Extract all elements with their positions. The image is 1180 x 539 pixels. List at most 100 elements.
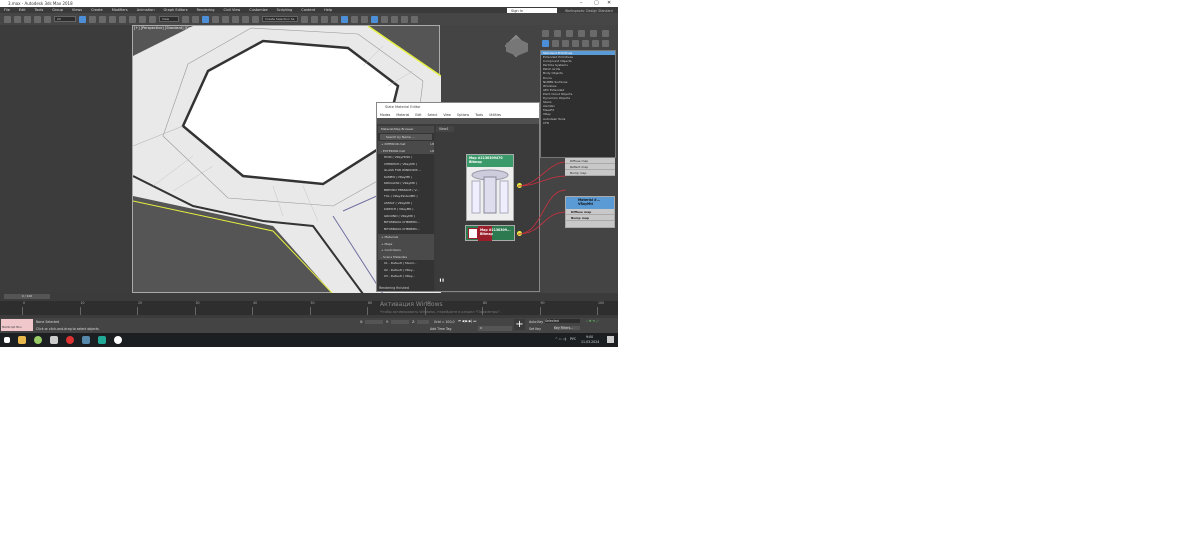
- create-tab-icon[interactable]: [542, 30, 549, 37]
- angle-snap-icon[interactable]: [222, 15, 229, 23]
- view-tab[interactable]: View1: [436, 126, 454, 132]
- slate-menu-material[interactable]: Material: [396, 112, 409, 118]
- window-crossing-icon[interactable]: [109, 15, 116, 23]
- redo-icon[interactable]: [14, 15, 21, 23]
- bitmap-node[interactable]: Map #2130309470 Bitmap: [466, 154, 522, 221]
- set-key-button[interactable]: Set Key: [529, 327, 541, 331]
- named-selection-set[interactable]: Create Selection Se: [262, 16, 298, 22]
- select-by-name-icon[interactable]: [89, 15, 96, 23]
- bind-icon[interactable]: [44, 15, 51, 23]
- x-coordinate-field[interactable]: [365, 320, 383, 324]
- lights-icon[interactable]: [562, 40, 569, 47]
- viewport-navigation-icons[interactable]: ⌕ ✥ ⟲ ⤢: [586, 319, 599, 323]
- layer-explorer-icon[interactable]: [331, 15, 338, 23]
- place-icon[interactable]: [149, 15, 156, 23]
- vraymtl-node[interactable]: Material #... VRayMtl Diffuse map Bump map: [565, 196, 615, 228]
- slate-menu-select[interactable]: Select: [428, 112, 438, 118]
- slate-menu-view[interactable]: View: [443, 112, 451, 118]
- dropdown-option[interactable]: CFD: [541, 121, 615, 125]
- scene-material-item[interactable]: 03 - Default ( VRay...: [378, 273, 434, 280]
- rotate-icon[interactable]: [129, 15, 136, 23]
- browser-search[interactable]: Search by Name ...: [380, 133, 432, 140]
- viewport-label[interactable]: [+] [Perspective] [Standard] [Default Sh…: [134, 26, 216, 30]
- slate-menu-edit[interactable]: Edit: [415, 112, 421, 118]
- align-icon[interactable]: [311, 15, 318, 23]
- reference-coordinate-select[interactable]: View: [159, 16, 179, 22]
- schematic-view-icon[interactable]: [361, 15, 368, 23]
- calculator-icon[interactable]: [82, 336, 90, 344]
- maximize-button[interactable]: ▢: [594, 0, 599, 7]
- move-icon[interactable]: [119, 15, 126, 23]
- region-select-icon[interactable]: [99, 15, 106, 23]
- keyboard-shortcut-icon[interactable]: [202, 15, 209, 23]
- timeline[interactable]: 0 / 100 0 10 20 30 40 50 60 70 80 90 100: [0, 293, 618, 318]
- selection-filter[interactable]: All: [54, 16, 76, 22]
- playback-controls[interactable]: ⏮ ◀ ▶ ▶| ⏭: [458, 319, 476, 323]
- material-editor-icon[interactable]: [371, 15, 378, 23]
- utilities-tab-icon[interactable]: [602, 30, 609, 37]
- y-coordinate-field[interactable]: [391, 320, 409, 324]
- tray-icons[interactable]: ^ ▭ ◁): [555, 337, 566, 341]
- unlink-icon[interactable]: [34, 15, 41, 23]
- curve-editor-icon[interactable]: [351, 15, 358, 23]
- systems-icon[interactable]: [602, 40, 609, 47]
- render-cloud-icon[interactable]: [411, 15, 418, 23]
- render-setup-icon[interactable]: [381, 15, 388, 23]
- notifications-icon[interactable]: [607, 336, 614, 343]
- snap-icon[interactable]: [212, 15, 219, 23]
- percent-snap-icon[interactable]: [232, 15, 239, 23]
- yandex-browser-icon[interactable]: [114, 336, 122, 344]
- key-selection-dropdown[interactable]: Selected: [545, 319, 580, 323]
- chrome-icon[interactable]: [66, 336, 74, 344]
- motion-tab-icon[interactable]: [578, 30, 585, 37]
- close-button[interactable]: ✕: [607, 0, 611, 7]
- material-slot[interactable]: Bump map: [565, 170, 615, 176]
- 3dsmax-taskbar-icon[interactable]: [98, 336, 106, 344]
- app-icon[interactable]: [50, 336, 58, 344]
- z-coordinate-field[interactable]: [417, 320, 429, 324]
- cameras-icon[interactable]: [572, 40, 579, 47]
- geometry-icon[interactable]: [542, 40, 549, 47]
- app-icon[interactable]: [34, 336, 42, 344]
- modify-tab-icon[interactable]: [554, 30, 561, 37]
- windows-start-icon[interactable]: [4, 337, 10, 343]
- select-icon[interactable]: [79, 15, 86, 23]
- file-explorer-icon[interactable]: [18, 336, 26, 344]
- key-filters-button[interactable]: Key Filters...: [554, 326, 580, 330]
- clock-date[interactable]: 11.03.2024: [581, 340, 599, 344]
- material-node-a-slots[interactable]: Diffuse map Reflect map Bump map: [565, 158, 615, 176]
- time-slider[interactable]: 0 / 100: [4, 294, 50, 299]
- render-icon[interactable]: [401, 15, 408, 23]
- pause-icon[interactable]: ❚❚: [439, 278, 444, 282]
- spinner-snap-icon[interactable]: [242, 15, 249, 23]
- undo-icon[interactable]: [4, 15, 11, 23]
- hierarchy-tab-icon[interactable]: [566, 30, 573, 37]
- add-key-icon[interactable]: +: [514, 319, 525, 330]
- material-list-item[interactable]: BITUMNAYA CHEREPIC...: [378, 226, 434, 233]
- slate-menu-tools[interactable]: Tools: [475, 112, 483, 118]
- space-warps-icon[interactable]: [592, 40, 599, 47]
- minimize-button[interactable]: –: [580, 0, 583, 7]
- language-indicator[interactable]: РУС: [570, 337, 576, 341]
- shapes-icon[interactable]: [552, 40, 559, 47]
- helpers-icon[interactable]: [582, 40, 589, 47]
- edit-named-sets-icon[interactable]: [252, 15, 259, 23]
- slate-menu-modes[interactable]: Modes: [380, 112, 390, 118]
- display-tab-icon[interactable]: [590, 30, 597, 37]
- ribbon-icon[interactable]: [341, 15, 348, 23]
- add-time-tag[interactable]: Add Time Tag: [430, 327, 451, 331]
- maxscript-listener[interactable]: MAXScript Mini: [1, 319, 33, 331]
- scene-explorer-icon[interactable]: [321, 15, 328, 23]
- render-frame-icon[interactable]: [391, 15, 398, 23]
- auto-key-button[interactable]: Auto Key: [529, 320, 543, 324]
- pivot-icon[interactable]: [182, 15, 189, 23]
- slate-menu-options[interactable]: Options: [457, 112, 469, 118]
- current-frame-field[interactable]: 0: [478, 326, 512, 331]
- material-slot[interactable]: Bump map: [566, 215, 614, 221]
- select-manipulate-icon[interactable]: [192, 15, 199, 23]
- clock-time[interactable]: 9:00: [586, 335, 593, 339]
- link-icon[interactable]: [24, 15, 31, 23]
- mirror-icon[interactable]: [301, 15, 308, 23]
- scale-icon[interactable]: [139, 15, 146, 23]
- bitmap-node-selected[interactable]: Map #2130309... Bitmap: [465, 225, 522, 241]
